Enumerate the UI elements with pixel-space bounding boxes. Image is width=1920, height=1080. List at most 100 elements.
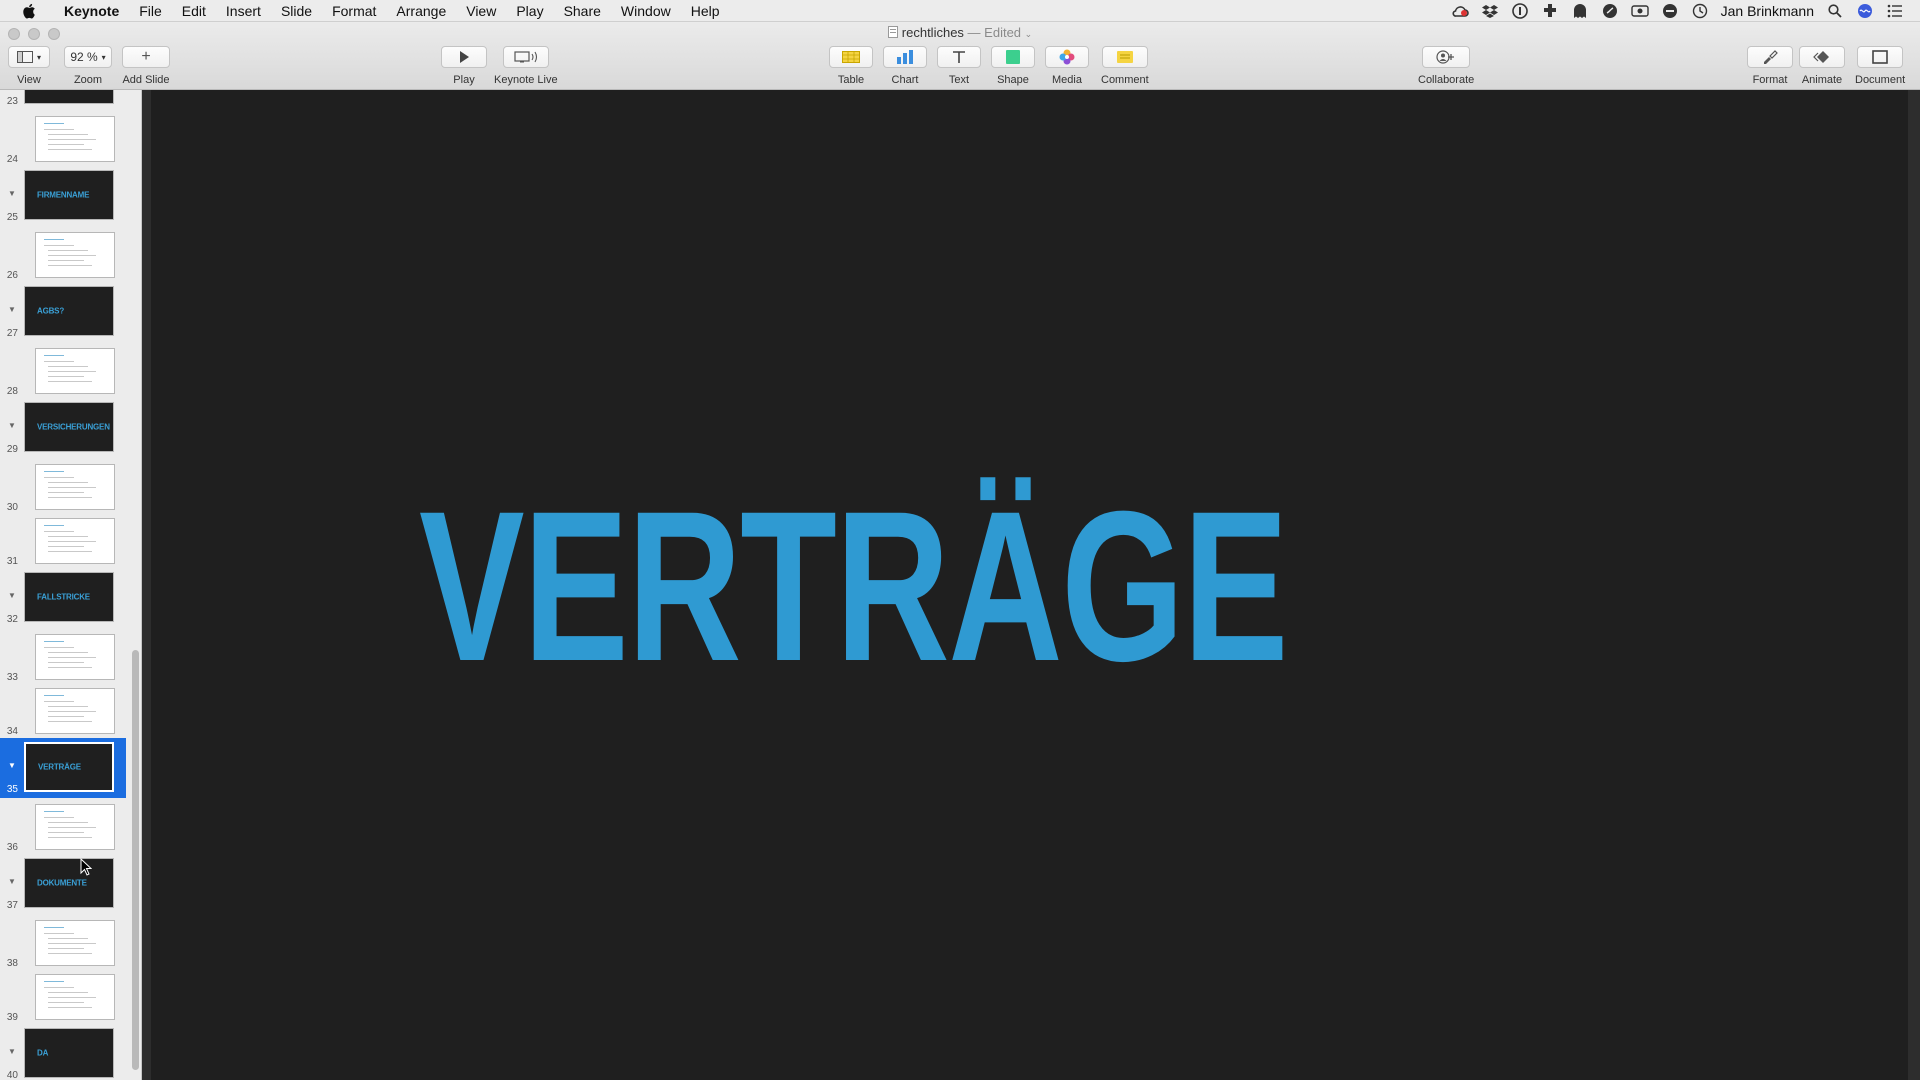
- animate-button[interactable]: [1799, 46, 1845, 68]
- slide-navigator[interactable]: ▼2324▼25FIRMENNAME26▼27AGBS? 28▼29VERSICH…: [0, 90, 142, 1080]
- slide-thumbnail[interactable]: [24, 90, 114, 104]
- slide-thumbnail[interactable]: VERTRÄGE: [24, 742, 114, 792]
- thumbnail-text-line: [48, 265, 92, 266]
- ghost-icon[interactable]: [1571, 3, 1589, 19]
- slide-thumbnail[interactable]: [35, 920, 115, 966]
- slide-number: 37: [6, 900, 18, 911]
- apple-menu-icon[interactable]: [18, 3, 40, 19]
- navigator-scrollbar[interactable]: [132, 650, 139, 1070]
- slide-thumbnail[interactable]: [35, 116, 115, 162]
- current-slide[interactable]: VERTRÄGE: [151, 90, 1908, 1080]
- slide-thumbnail[interactable]: VERSICHERUNGEN: [24, 402, 114, 452]
- slide-thumbnail-row[interactable]: 34: [0, 684, 126, 740]
- menu-window[interactable]: Window: [611, 0, 681, 22]
- menu-format[interactable]: Format: [322, 0, 386, 22]
- media-button[interactable]: [1045, 46, 1089, 68]
- menu-edit[interactable]: Edit: [172, 0, 216, 22]
- menu-slide[interactable]: Slide: [271, 0, 322, 22]
- messages-icon[interactable]: [1661, 3, 1679, 19]
- screen-record-icon[interactable]: [1630, 3, 1649, 19]
- add-slide-button[interactable]: +: [122, 46, 170, 68]
- plugin-icon[interactable]: [1541, 3, 1559, 19]
- slide-thumbnail[interactable]: [35, 688, 115, 734]
- slide-thumbnail[interactable]: FIRMENNAME: [24, 170, 114, 220]
- slide-thumbnail[interactable]: [35, 464, 115, 510]
- slide-thumbnail[interactable]: [35, 634, 115, 680]
- notification-center-icon[interactable]: [1886, 3, 1904, 19]
- slide-thumbnail-row[interactable]: 28: [0, 344, 126, 400]
- play-button[interactable]: [441, 46, 487, 68]
- slide-thumbnail-row[interactable]: ▼ 37 DOKUMENTE: [0, 854, 126, 914]
- creative-cloud-icon[interactable]: [1451, 3, 1469, 19]
- slide-thumbnail-row[interactable]: 24: [0, 112, 126, 168]
- slide-thumbnail-row[interactable]: ▼ 25 FIRMENNAME: [0, 166, 126, 226]
- slide-thumbnail-row[interactable]: 31: [0, 514, 126, 570]
- text-button[interactable]: [937, 46, 981, 68]
- slide-thumbnail-row[interactable]: ▼ 29 VERSICHERUNGEN: [0, 398, 126, 458]
- siri-icon[interactable]: [1856, 3, 1874, 19]
- menu-app-keynote[interactable]: Keynote: [54, 0, 129, 22]
- thumbnail-text-line: [44, 933, 74, 934]
- disclosure-triangle-icon[interactable]: ▼: [8, 877, 16, 886]
- slide-thumbnail-row[interactable]: ▼ 35 VERTRÄGE: [0, 738, 126, 798]
- animate-control: Animate: [1799, 46, 1845, 86]
- user-name[interactable]: Jan Brinkmann: [1721, 3, 1814, 19]
- slide-thumbnail[interactable]: DA: [24, 1028, 114, 1078]
- slide-thumbnail-row[interactable]: ▼ 40 DA: [0, 1024, 126, 1080]
- disclosure-triangle-icon[interactable]: ▼: [8, 591, 16, 600]
- menu-insert[interactable]: Insert: [216, 0, 271, 22]
- menu-share[interactable]: Share: [554, 0, 611, 22]
- slide-thumbnail-row[interactable]: ▼ 27 AGBS?: [0, 282, 126, 342]
- slide-thumbnail-row[interactable]: ▼23: [0, 90, 126, 110]
- slide-thumbnail[interactable]: [35, 232, 115, 278]
- menu-view[interactable]: View: [456, 0, 506, 22]
- time-machine-icon[interactable]: [1691, 3, 1709, 19]
- menu-arrange[interactable]: Arrange: [386, 0, 456, 22]
- slide-thumbnail[interactable]: [35, 348, 115, 394]
- slide-number: 36: [6, 842, 18, 853]
- slide-thumbnail[interactable]: [35, 518, 115, 564]
- slide-thumbnail[interactable]: [35, 804, 115, 850]
- document-button[interactable]: [1857, 46, 1904, 68]
- menu-file[interactable]: File: [129, 0, 172, 22]
- disclosure-triangle-icon[interactable]: ▼: [8, 189, 16, 198]
- disclosure-triangle-icon[interactable]: ▼: [8, 305, 16, 314]
- chart-button[interactable]: [883, 46, 927, 68]
- table-button[interactable]: [829, 46, 873, 68]
- chevron-down-icon[interactable]: ⌄: [1025, 29, 1033, 39]
- keynote-live-label: Keynote Live: [494, 74, 558, 86]
- slide-number: 28: [6, 386, 18, 397]
- evernote-icon[interactable]: [1601, 3, 1619, 19]
- document-title[interactable]: rechtliches — Edited ⌄: [0, 25, 1920, 40]
- format-button[interactable]: [1747, 46, 1793, 68]
- view-button[interactable]: ▾: [8, 46, 50, 68]
- password-manager-icon[interactable]: [1511, 2, 1529, 19]
- thumbnail-text-line: [48, 546, 84, 547]
- slide-thumbnail-row[interactable]: 30: [0, 460, 126, 516]
- disclosure-triangle-icon[interactable]: ▼: [8, 1047, 16, 1056]
- slide-thumbnail-row[interactable]: 36: [0, 800, 126, 856]
- collaborate-button[interactable]: [1422, 46, 1471, 68]
- slide-thumbnail-row[interactable]: 26: [0, 228, 126, 284]
- slide-thumbnail[interactable]: [35, 974, 115, 1020]
- keynote-live-button[interactable]: [502, 46, 549, 68]
- slide-thumbnail-row[interactable]: ▼ 32 FALLSTRICKE: [0, 568, 126, 628]
- menu-play[interactable]: Play: [506, 0, 553, 22]
- title-separator: —: [967, 25, 981, 40]
- disclosure-triangle-icon[interactable]: ▼: [8, 761, 16, 770]
- slide-thumbnail-row[interactable]: 38: [0, 916, 126, 972]
- menu-help[interactable]: Help: [681, 0, 730, 22]
- slide-title[interactable]: VERTRÄGE: [419, 480, 1289, 694]
- dropbox-icon[interactable]: [1481, 3, 1499, 19]
- slide-thumbnail[interactable]: DOKUMENTE: [24, 858, 114, 908]
- shape-button[interactable]: [991, 46, 1035, 68]
- slide-canvas[interactable]: VERTRÄGE: [142, 90, 1920, 1080]
- disclosure-triangle-icon[interactable]: ▼: [8, 421, 16, 430]
- zoom-select[interactable]: 92 % ▾: [64, 46, 112, 68]
- spotlight-search-icon[interactable]: [1826, 3, 1844, 19]
- slide-thumbnail[interactable]: AGBS?: [24, 286, 114, 336]
- slide-thumbnail-row[interactable]: 33: [0, 630, 126, 686]
- comment-button[interactable]: [1101, 46, 1148, 68]
- slide-thumbnail-row[interactable]: 39: [0, 970, 126, 1026]
- slide-thumbnail[interactable]: FALLSTRICKE: [24, 572, 114, 622]
